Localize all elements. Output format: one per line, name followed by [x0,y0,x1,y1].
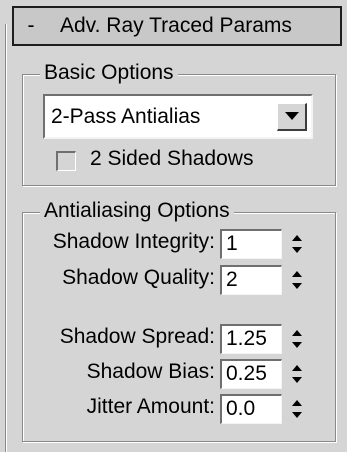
shadow-bias-spinner[interactable] [290,359,304,389]
rollout-title: Adv. Ray Traced Params [60,14,292,37]
dropdown-arrow-icon [285,112,299,120]
jitter-amount-field[interactable]: 0.0 [220,394,282,424]
shadow-bias-label: Shadow Bias: [86,360,215,383]
spinner-arrows-icon [292,271,302,289]
shadow-spread-label: Shadow Spread: [59,325,215,348]
shadow-integrity-field[interactable]: 1 [220,229,282,259]
dropdown-arrow-button[interactable] [277,103,307,131]
shadow-integrity-spinner[interactable] [290,229,304,259]
shadow-integrity-label: Shadow Integrity: [52,230,215,253]
spinner-arrows-icon [292,365,302,383]
shadow-mode-dropdown[interactable]: 2-Pass Antialias [43,94,313,139]
shadow-quality-field[interactable]: 2 [220,265,282,295]
shadow-spread-field[interactable]: 1.25 [220,324,282,354]
antialiasing-options-title: Antialiasing Options [40,199,234,223]
jitter-amount-label: Jitter Amount: [86,395,215,418]
rollout-header-button[interactable]: - Adv. Ray Traced Params [12,6,342,46]
shadow-spread-spinner[interactable] [290,324,304,354]
two-sided-shadows-label: 2 Sided Shadows [90,147,254,170]
basic-options-title: Basic Options [40,61,178,85]
spinner-arrows-icon [292,235,302,253]
spinner-arrows-icon [292,400,302,418]
jitter-amount-spinner[interactable] [290,394,304,424]
shadow-quality-spinner[interactable] [290,265,304,295]
spinner-arrows-icon [292,330,302,348]
shadow-bias-field[interactable]: 0.25 [220,359,282,389]
shadow-quality-label: Shadow Quality: [62,266,215,289]
collapse-icon: - [27,14,35,37]
two-sided-shadows-checkbox[interactable] [56,151,76,171]
shadow-mode-value: 2-Pass Antialias [51,105,201,128]
